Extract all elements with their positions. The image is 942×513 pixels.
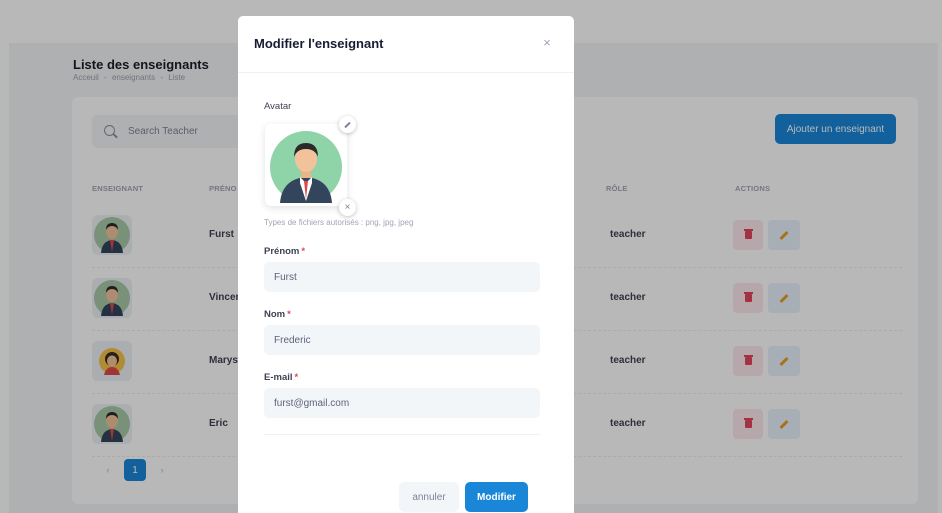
email-field[interactable] <box>264 388 540 418</box>
modal-header: Modifier l'enseignant × <box>238 16 574 73</box>
close-icon[interactable]: × <box>540 36 554 50</box>
remove-avatar-button[interactable]: × <box>339 199 356 216</box>
cancel-button[interactable]: annuler <box>399 482 459 512</box>
email-label: E-mail * <box>264 372 298 383</box>
first-name-label: Prénom * <box>264 246 305 257</box>
modal-title: Modifier l'enseignant <box>254 36 384 51</box>
file-type-hint: Types de fichiers autorisés : png, jpg, … <box>264 218 414 227</box>
first-name-label-text: Prénom <box>264 246 300 257</box>
last-name-field[interactable] <box>264 325 540 355</box>
avatar-label: Avatar <box>264 101 292 112</box>
email-label-text: E-mail <box>264 372 293 383</box>
avatar-preview <box>265 124 347 206</box>
required-mark: * <box>301 246 306 257</box>
form-divider <box>264 434 540 435</box>
required-mark: * <box>287 309 291 320</box>
submit-button[interactable]: Modifier <box>465 482 528 512</box>
first-name-field[interactable] <box>264 262 540 292</box>
last-name-label: Nom * <box>264 309 291 320</box>
last-name-label-text: Nom <box>264 309 286 320</box>
edit-teacher-modal: Modifier l'enseignant × Avatar × Types d… <box>238 16 574 513</box>
required-mark: * <box>294 372 299 383</box>
pencil-icon <box>344 121 351 128</box>
close-icon: × <box>344 202 351 213</box>
edit-avatar-button[interactable] <box>339 116 356 133</box>
